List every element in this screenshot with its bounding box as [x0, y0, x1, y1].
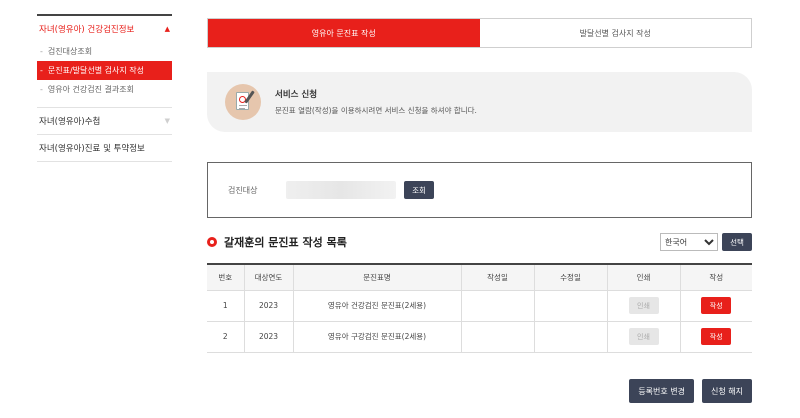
- list-header: 갈재훈의 문진표 작성 목록 한국어 선택: [207, 231, 752, 253]
- print-button[interactable]: 인쇄: [628, 328, 659, 345]
- sidebar-group-treatment[interactable]: 자녀(영유아)진료 및 투약정보: [37, 135, 172, 161]
- search-label: 검진대상: [228, 185, 258, 195]
- tab-infant-questionnaire[interactable]: 영유아 문진표 작성: [208, 19, 480, 47]
- sidebar-group-label: 자녀(영유아) 건강검진정보: [39, 25, 135, 35]
- cell-year: 2023: [243, 321, 293, 353]
- down-triangle-icon: ▼: [164, 117, 170, 125]
- sidebar-group-handbook[interactable]: 자녀(영유아)수첩 ▼: [37, 108, 172, 134]
- cell-written-date: [460, 290, 534, 322]
- cell-write: 작성: [679, 321, 752, 353]
- table-row: 1 2023 영유아 건강검진 문진표(2세용) 인쇄 작성: [207, 290, 752, 322]
- cell-year: 2023: [243, 290, 293, 322]
- search-panel: 검진대상 조회: [207, 162, 752, 218]
- tab-bar: 영유아 문진표 작성 발달선별 검사지 작성: [207, 18, 752, 48]
- checkup-target-input[interactable]: [286, 181, 396, 199]
- dash-icon: -: [40, 85, 43, 94]
- sidebar-item-checkup-target[interactable]: - 검진대상조회: [37, 42, 172, 61]
- cell-print: 인쇄: [606, 290, 680, 322]
- cell-name: 영유아 구강검진 문진표(2세용): [292, 321, 461, 353]
- change-registration-button[interactable]: 등록번호 변경: [629, 379, 695, 403]
- col-header-written-date: 작성일: [460, 263, 534, 291]
- cell-print: 인쇄: [606, 321, 680, 353]
- col-header-modified-date: 수정일: [533, 263, 607, 291]
- write-button[interactable]: 작성: [701, 328, 732, 345]
- col-header-year: 대상연도: [243, 263, 293, 291]
- sidebar-item-questionnaire[interactable]: - 문진표/발달선별 검사지 작성: [37, 61, 172, 80]
- dash-icon: -: [40, 66, 43, 75]
- print-button[interactable]: 인쇄: [628, 297, 659, 314]
- location-pin-icon: [207, 237, 217, 247]
- sidebar-item-label: 영유아 건강검진 결과조회: [47, 85, 134, 94]
- cell-number: 2: [207, 321, 244, 353]
- dash-icon: -: [40, 47, 43, 56]
- sidebar-item-checkup-results[interactable]: - 영유아 건강검진 결과조회: [37, 80, 172, 99]
- list-title: 갈재훈의 문진표 작성 목록: [224, 236, 347, 249]
- search-button[interactable]: 조회: [404, 181, 434, 199]
- col-header-number: 번호: [207, 263, 244, 291]
- cell-write: 작성: [679, 290, 752, 322]
- cancel-subscription-button[interactable]: 신청 해지: [702, 379, 752, 403]
- document-pen-icon: [225, 84, 261, 120]
- select-language-button[interactable]: 선택: [722, 233, 752, 251]
- service-description: 문진표 열람(작성)을 이용하시려면 서비스 신청을 하셔야 합니다.: [275, 106, 477, 115]
- questionnaire-table: 번호 대상연도 문진표명 작성일 수정일 인쇄 작성 1 2023 영유아 건강…: [207, 263, 752, 353]
- sidebar: 자녀(영유아) 건강검진정보 ▲ - 검진대상조회 - 문진표/발달선별 검사지…: [37, 14, 172, 162]
- sidebar-group-label: 자녀(영유아)수첩: [39, 117, 101, 127]
- cell-number: 1: [207, 290, 244, 322]
- cell-modified-date: [533, 321, 607, 353]
- service-title: 서비스 신청: [275, 90, 318, 100]
- col-header-name: 문진표명: [292, 263, 461, 291]
- service-notice: 서비스 신청 문진표 열람(작성)을 이용하시려면 서비스 신청을 하셔야 합니…: [207, 72, 752, 132]
- sidebar-item-label: 문진표/발달선별 검사지 작성: [47, 66, 144, 75]
- sidebar-group-label: 자녀(영유아)진료 및 투약정보: [39, 144, 145, 154]
- up-triangle-icon: ▲: [164, 25, 170, 33]
- sidebar-item-label: 검진대상조회: [47, 47, 93, 56]
- language-select[interactable]: 한국어: [660, 233, 718, 251]
- cell-modified-date: [533, 290, 607, 322]
- table-header-row: 번호 대상연도 문진표명 작성일 수정일 인쇄 작성: [207, 263, 752, 291]
- sidebar-divider: [37, 161, 172, 162]
- table-row: 2 2023 영유아 구강검진 문진표(2세용) 인쇄 작성: [207, 321, 752, 353]
- sidebar-submenu: - 검진대상조회 - 문진표/발달선별 검사지 작성 - 영유아 건강검진 결과…: [37, 42, 172, 107]
- col-header-write: 작성: [679, 263, 752, 291]
- cell-name: 영유아 건강검진 문진표(2세용): [292, 290, 461, 322]
- cell-written-date: [460, 321, 534, 353]
- sidebar-group-checkup-info[interactable]: 자녀(영유아) 건강검진정보 ▲: [37, 16, 172, 42]
- tab-development-screening[interactable]: 발달선별 검사지 작성: [479, 19, 751, 47]
- col-header-print: 인쇄: [606, 263, 680, 291]
- write-button[interactable]: 작성: [701, 297, 732, 314]
- bottom-actions: 등록번호 변경 신청 해지: [629, 379, 752, 403]
